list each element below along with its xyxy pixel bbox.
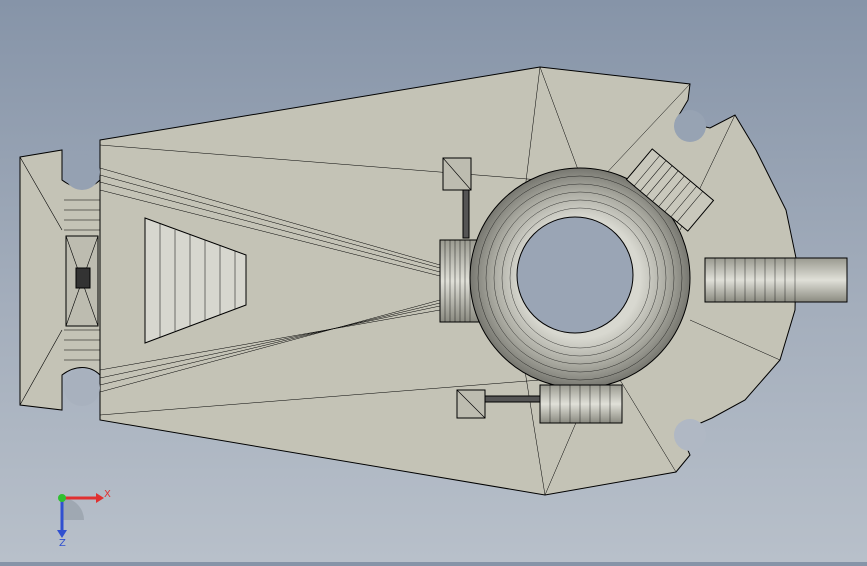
bottom-cylinder[interactable] xyxy=(539,384,623,424)
output-shaft[interactable] xyxy=(704,257,848,303)
bottom-mount-rod xyxy=(484,395,541,403)
coordinate-triad: X Z xyxy=(44,478,124,549)
left-bearing-core xyxy=(75,267,91,289)
top-mount-rod xyxy=(462,189,470,239)
bottom-right-notch xyxy=(674,419,706,451)
y-axis-dot-icon xyxy=(58,494,66,502)
x-axis-arrow-icon xyxy=(96,493,104,503)
torus-hole xyxy=(516,216,634,334)
x-axis-label: X xyxy=(104,489,111,500)
model-view[interactable] xyxy=(0,0,867,562)
z-axis-label: Z xyxy=(59,538,66,548)
top-left-notch xyxy=(64,154,100,190)
z-axis-arrow-icon xyxy=(57,530,67,538)
graphics-viewport[interactable] xyxy=(0,0,867,562)
top-right-notch xyxy=(674,110,706,142)
bottom-left-notch xyxy=(64,370,100,406)
